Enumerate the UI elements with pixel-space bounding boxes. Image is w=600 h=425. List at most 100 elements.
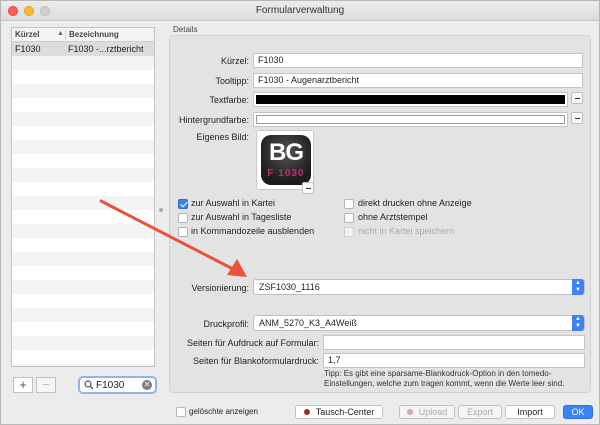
blanko-field[interactable]: 1,7: [323, 353, 585, 368]
import-label: Import: [517, 407, 543, 417]
eigenes-bild-label: Eigenes Bild:: [196, 132, 249, 142]
textfarbe-remove-button[interactable]: [571, 92, 583, 104]
chevron-updown-icon: ▲ ▼: [572, 315, 584, 331]
ohne-arztstempel-checkbox[interactable]: [344, 213, 354, 223]
auswahl-tagesliste-label[interactable]: zur Auswahl in Tagesliste: [191, 212, 291, 222]
list-row-empty: [12, 238, 154, 252]
sort-ascending-icon: ▲: [57, 30, 64, 37]
druckprofil-popup[interactable]: ANM_5270_K3_A4Weiß ▲ ▼: [253, 315, 585, 331]
hintergrundfarbe-label: Hintergrundfarbe:: [178, 115, 249, 125]
column-divider[interactable]: [65, 30, 66, 40]
list-row-empty: [12, 266, 154, 280]
column-header-bezeichnung[interactable]: Bezeichnung: [69, 30, 119, 39]
tausch-center-label: Tausch-Center: [315, 407, 375, 417]
druckprofil-label: Druckprofil:: [203, 319, 249, 329]
list-row-selected[interactable]: F1030 F1030 -...rztbericht: [12, 42, 154, 56]
hintergrundfarbe-color-well[interactable]: [253, 112, 568, 127]
remove-form-button[interactable]: −: [36, 377, 56, 393]
kommandozeile-label[interactable]: in Kommandozeile ausblenden: [191, 226, 314, 236]
versionierung-label: Versionierung:: [191, 283, 249, 293]
formularverwaltung-window: Formularverwaltung Kürzel ▲ Bezeichnung …: [0, 0, 600, 425]
tooltip-field[interactable]: F1030 - Augenarztbericht: [253, 73, 583, 88]
versionierung-popup[interactable]: ZSF1030_1116 ▲ ▼: [253, 279, 585, 295]
row-bezeichnung: F1030 -...rztbericht: [68, 44, 144, 54]
upload-button: Upload: [399, 405, 455, 419]
list-row-empty: [12, 168, 154, 182]
list-row-empty: [12, 336, 154, 350]
hint-text: Tipp: Es gibt eine sparsame-Blankodruck-…: [324, 369, 565, 388]
list-row-empty: [12, 308, 154, 322]
list-row-empty: [12, 280, 154, 294]
druckprofil-value: ANM_5270_K3_A4Weiß: [259, 318, 357, 328]
ok-label: OK: [571, 407, 585, 417]
aufdruck-field[interactable]: [323, 335, 585, 350]
search-field[interactable]: F1030 ✕: [78, 376, 157, 394]
tausch-center-button[interactable]: Tausch-Center: [295, 405, 383, 419]
export-button: Export: [458, 405, 502, 419]
hintergrundfarbe-remove-button[interactable]: [571, 112, 583, 124]
list-header: Kürzel ▲ Bezeichnung: [12, 28, 154, 42]
logo-small-text: F 1030: [267, 168, 305, 179]
upload-label: Upload: [418, 407, 448, 417]
list-row-empty: [12, 98, 154, 112]
export-label: Export: [466, 407, 493, 417]
list-row-empty: [12, 294, 154, 308]
ok-button[interactable]: OK: [563, 405, 593, 419]
import-button[interactable]: Import: [505, 405, 555, 419]
aufdruck-label: Seiten für Aufdruck auf Formular:: [186, 338, 319, 348]
list-row-empty: [12, 140, 154, 154]
list-row-empty: [12, 196, 154, 210]
splitter-handle[interactable]: [159, 208, 163, 212]
direkt-drucken-label[interactable]: direkt drucken ohne Anzeige: [358, 198, 472, 208]
zoom-window-button[interactable]: [40, 6, 50, 16]
tooltip-label: Tooltipp:: [215, 76, 249, 86]
kommandozeile-checkbox[interactable]: [178, 227, 188, 237]
nicht-speichern-label: nicht in Kartei speichern: [358, 226, 455, 236]
kuerzel-field[interactable]: F1030: [253, 53, 583, 68]
ohne-arztstempel-label[interactable]: ohne Arztstempel: [358, 212, 428, 222]
image-well[interactable]: BG F 1030: [256, 130, 314, 190]
remove-image-button[interactable]: [302, 182, 314, 194]
list-row-empty: [12, 182, 154, 196]
textfarbe-label: Textfarbe:: [209, 95, 249, 105]
title-bar: Formularverwaltung: [1, 1, 599, 21]
column-header-kuerzel[interactable]: Kürzel: [15, 30, 39, 39]
logo-big-text: BG: [269, 139, 304, 166]
clear-search-icon[interactable]: ✕: [142, 380, 152, 390]
auswahl-kartei-checkbox[interactable]: [178, 199, 188, 209]
search-input[interactable]: F1030: [96, 380, 124, 391]
close-window-button[interactable]: [8, 6, 18, 16]
direkt-drucken-checkbox[interactable]: [344, 199, 354, 209]
list-row-empty: [12, 350, 154, 364]
row-kuerzel: F1030: [15, 44, 41, 54]
minimize-window-button[interactable]: [24, 6, 34, 16]
add-form-button[interactable]: +: [13, 377, 33, 393]
list-row-empty: [12, 210, 154, 224]
list-row-empty: [12, 322, 154, 336]
details-section-title: Details: [173, 25, 198, 34]
nicht-speichern-checkbox: [344, 227, 354, 237]
list-row-empty: [12, 56, 154, 70]
list-row-empty: [12, 112, 154, 126]
search-icon: [84, 380, 94, 390]
versionierung-value: ZSF1030_1116: [259, 282, 320, 292]
tausch-center-icon: [303, 408, 310, 415]
kuerzel-label: Kürzel:: [220, 56, 249, 66]
list-row-empty: [12, 84, 154, 98]
upload-icon: [406, 408, 413, 415]
blanko-label: Seiten für Blankoformulardruck:: [192, 356, 319, 366]
geloeschte-anzeigen-label[interactable]: gelöschte anzeigen: [189, 407, 258, 416]
auswahl-tagesliste-checkbox[interactable]: [178, 213, 188, 223]
chevron-updown-icon: ▲ ▼: [572, 279, 584, 295]
window-title: Formularverwaltung: [255, 5, 345, 16]
list-row-empty: [12, 252, 154, 266]
list-row-empty: [12, 364, 154, 366]
textfarbe-color-well[interactable]: [253, 92, 568, 107]
form-list[interactable]: Kürzel ▲ Bezeichnung F1030 F1030 -...rzt…: [11, 27, 155, 367]
geloeschte-anzeigen-checkbox[interactable]: [176, 407, 186, 417]
form-logo-image: BG F 1030: [261, 135, 311, 185]
list-row-empty: [12, 126, 154, 140]
list-row-empty: [12, 224, 154, 238]
list-row-empty: [12, 154, 154, 168]
auswahl-kartei-label[interactable]: zur Auswahl in Kartei: [191, 198, 275, 208]
